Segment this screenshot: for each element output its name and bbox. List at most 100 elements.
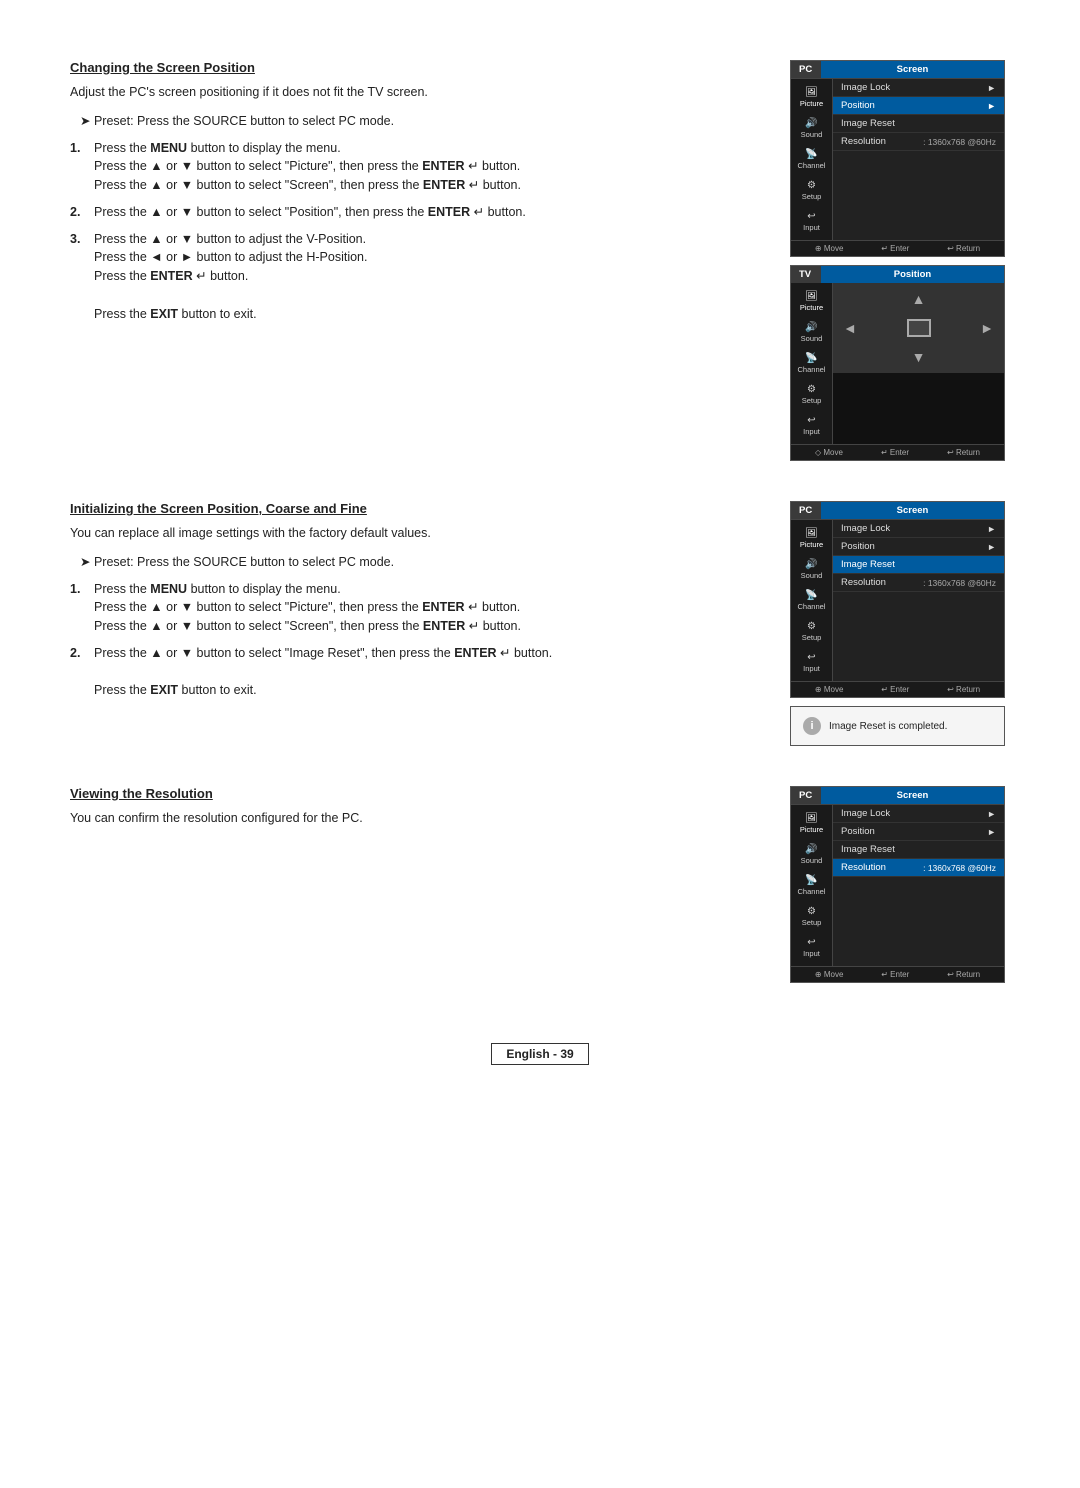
- sound-icon-2: 🔊: [805, 559, 817, 570]
- sound-icon-3: 🔊: [805, 844, 817, 855]
- menu-footer: ⊕ Move ↵ Enter ↩ Return: [791, 240, 1004, 256]
- menu-item-imagereset-3: Image Reset: [833, 841, 1004, 859]
- section1-desc: Adjust the PC's screen positioning if it…: [70, 83, 760, 102]
- menu-sidebar-2: 🖼 Picture 🔊 Sound 📡 Channel ⚙ Setup: [791, 520, 833, 681]
- sidebar-input-2: ↩ Input: [791, 647, 832, 678]
- step-num: 1.: [70, 139, 86, 195]
- section3-title: Viewing the Resolution: [70, 786, 760, 801]
- pos-left-arrow: ◄: [843, 320, 857, 336]
- sidebar-channel: 📡 Channel: [791, 144, 832, 175]
- sidebar-picture-2: 🖼 Picture: [791, 523, 832, 554]
- position-area: ▲ ◄ ► ▼: [833, 283, 1004, 373]
- step-2-2: 2. Press the ▲ or ▼ button to select "Im…: [70, 644, 760, 700]
- menu-items: Image Lock ► Position ► Image Reset Reso…: [833, 79, 1004, 240]
- section3-content: Viewing the Resolution You can confirm t…: [70, 786, 760, 983]
- setup-icon-3: ⚙: [807, 906, 816, 917]
- menu-body: 🖼 Picture 🔊 Sound 📡 Channel ⚙ Setup: [791, 79, 1004, 240]
- pos-up-arrow: ▲: [912, 291, 926, 307]
- picture-icon: 🖼: [805, 87, 818, 98]
- sidebar-channel-3: 📡 Channel: [791, 870, 832, 901]
- picture-icon-3: 🖼: [805, 813, 818, 824]
- page-footer: English - 39: [70, 1043, 1010, 1065]
- section2-desc: You can replace all image settings with …: [70, 524, 760, 543]
- position-body: 🖼 Picture 🔊 Sound 📡 Channel ⚙ Setup: [791, 283, 1004, 444]
- section1-preset: Preset: Press the SOURCE button to selec…: [70, 112, 760, 131]
- section2-title: Initializing the Screen Position, Coarse…: [70, 501, 760, 516]
- menu-body-2: 🖼 Picture 🔊 Sound 📡 Channel ⚙ Setup: [791, 520, 1004, 681]
- footer-label: English - 39: [491, 1043, 588, 1065]
- channel-icon-2: 📡: [805, 590, 817, 601]
- pc-screen-screenshot-3: PC Screen 🖼 Picture 🔊 Sound 📡 Channel: [790, 786, 1005, 983]
- sidebar-setup-3: ⚙ Setup: [791, 901, 832, 932]
- channel-icon-tv: 📡: [805, 353, 817, 364]
- menu-item-resolution-3: Resolution : 1360x768 @60Hz: [833, 859, 1004, 877]
- sidebar-setup: ⚙ Setup: [791, 175, 832, 206]
- sidebar-setup-tv: ⚙ Setup: [791, 379, 832, 410]
- menu-screen-label: Screen: [821, 61, 1004, 78]
- menu-item-position-3: Position ►: [833, 823, 1004, 841]
- input-icon-tv: ↩: [807, 415, 815, 426]
- menu-header-2: PC Screen: [791, 502, 1004, 520]
- step-content: Press the ▲ or ▼ button to select "Image…: [94, 644, 760, 700]
- menu-sidebar-3: 🖼 Picture 🔊 Sound 📡 Channel ⚙ Setup: [791, 805, 833, 966]
- setup-icon-2: ⚙: [807, 621, 816, 632]
- menu-body-3: 🖼 Picture 🔊 Sound 📡 Channel ⚙ Setup: [791, 805, 1004, 966]
- position-label: Position: [821, 266, 1004, 283]
- menu-item-imagelock: Image Lock ►: [833, 79, 1004, 97]
- sound-icon: 🔊: [805, 118, 817, 129]
- picture-icon-2: 🖼: [805, 528, 818, 539]
- menu-footer-2: ⊕ Move ↵ Enter ↩ Return: [791, 681, 1004, 697]
- input-icon-3: ↩: [807, 937, 815, 948]
- menu-items-3: Image Lock ► Position ► Image Reset Reso…: [833, 805, 1004, 966]
- position-footer: ◇ Move ↵ Enter ↩ Return: [791, 444, 1004, 460]
- sidebar-picture: 🖼 Picture: [791, 82, 832, 113]
- section1-steps: 1. Press the MENU button to display the …: [70, 139, 760, 324]
- pos-down-arrow: ▼: [912, 349, 926, 365]
- section1-visuals: PC Screen 🖼 Picture 🔊 Sound 📡 Channel: [790, 60, 1010, 461]
- reset-message: Image Reset is completed.: [829, 721, 947, 732]
- step-1-3: 3. Press the ▲ or ▼ button to adjust the…: [70, 230, 760, 324]
- sidebar-sound-2: 🔊 Sound: [791, 554, 832, 585]
- sidebar-sound-tv: 🔊 Sound: [791, 317, 832, 348]
- reset-completed-box: i Image Reset is completed.: [790, 706, 1005, 746]
- position-sidebar: 🖼 Picture 🔊 Sound 📡 Channel ⚙ Setup: [791, 283, 833, 444]
- sidebar-channel-tv: 📡 Channel: [791, 348, 832, 379]
- step-content: Press the MENU button to display the men…: [94, 580, 760, 636]
- section2-visuals: PC Screen 🖼 Picture 🔊 Sound 📡 Channel: [790, 501, 1010, 746]
- menu-items-2: Image Lock ► Position ► Image Reset Reso…: [833, 520, 1004, 681]
- step-content: Press the ▲ or ▼ button to adjust the V-…: [94, 230, 760, 324]
- section3-visuals: PC Screen 🖼 Picture 🔊 Sound 📡 Channel: [790, 786, 1010, 983]
- menu-pc-label-3: PC: [791, 787, 821, 804]
- section-changing-position: Changing the Screen Position Adjust the …: [70, 60, 1010, 461]
- section1-content: Changing the Screen Position Adjust the …: [70, 60, 760, 461]
- menu-item-imagelock-3: Image Lock ►: [833, 805, 1004, 823]
- menu-item-position: Position ►: [833, 97, 1004, 115]
- channel-icon: 📡: [805, 149, 817, 160]
- step-num: 2.: [70, 203, 86, 222]
- setup-icon: ⚙: [807, 180, 816, 191]
- step-content: Press the ▲ or ▼ button to select "Posit…: [94, 203, 760, 222]
- section3-desc: You can confirm the resolution configure…: [70, 809, 760, 828]
- section1-title: Changing the Screen Position: [70, 60, 760, 75]
- sidebar-sound-3: 🔊 Sound: [791, 839, 832, 870]
- sidebar-picture-tv: 🖼 Picture: [791, 286, 832, 317]
- step-num: 3.: [70, 230, 86, 324]
- step-1-2: 2. Press the ▲ or ▼ button to select "Po…: [70, 203, 760, 222]
- menu-sidebar: 🖼 Picture 🔊 Sound 📡 Channel ⚙ Setup: [791, 79, 833, 240]
- sidebar-channel-2: 📡 Channel: [791, 585, 832, 616]
- menu-item-resolution: Resolution : 1360x768 @60Hz: [833, 133, 1004, 151]
- section2-steps: 1. Press the MENU button to display the …: [70, 580, 760, 701]
- menu-item-imagelock-2: Image Lock ►: [833, 520, 1004, 538]
- tv-label: TV: [791, 266, 821, 283]
- menu-pc-label: PC: [791, 61, 821, 78]
- menu-header: PC Screen: [791, 61, 1004, 79]
- section2-preset: Preset: Press the SOURCE button to selec…: [70, 553, 760, 572]
- section2-content: Initializing the Screen Position, Coarse…: [70, 501, 760, 746]
- menu-screen-label-2: Screen: [821, 502, 1004, 519]
- step-num: 1.: [70, 580, 86, 636]
- setup-icon-tv: ⚙: [807, 384, 816, 395]
- step-1-1: 1. Press the MENU button to display the …: [70, 139, 760, 195]
- channel-icon-3: 📡: [805, 875, 817, 886]
- menu-item-resolution-2: Resolution : 1360x768 @60Hz: [833, 574, 1004, 592]
- step-num: 2.: [70, 644, 86, 700]
